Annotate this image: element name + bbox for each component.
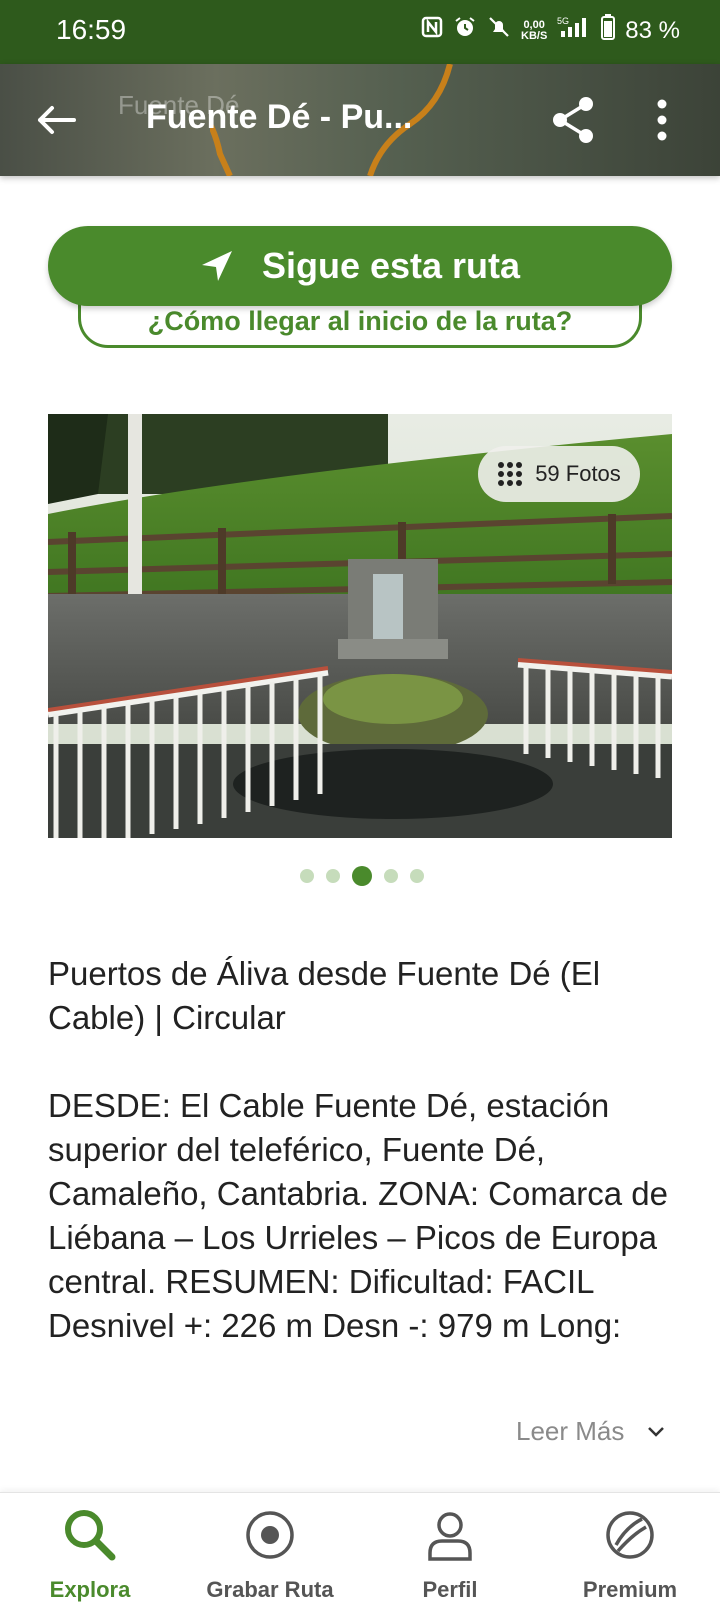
battery-level: 83 % [625, 16, 680, 44]
carousel-dot[interactable] [410, 869, 424, 883]
route-description: Puertos de Áliva desde Fuente Dé (El Cab… [48, 952, 678, 1348]
navigation-arrow-icon [201, 251, 232, 281]
nav-label: Explora [49, 1577, 131, 1602]
grid-icon [498, 462, 523, 486]
net-speed: 0,00 KB/S [521, 18, 548, 42]
chevron-down-icon [648, 1426, 665, 1437]
follow-route-button[interactable]: Sigue esta ruta [48, 226, 672, 306]
nfc-icon [421, 16, 443, 45]
nav-label: Perfil [422, 1577, 478, 1602]
bottom-navigation: Explora Grabar Ruta Perfil Premium [0, 1492, 720, 1613]
signal-icon: 5G [557, 15, 591, 46]
status-time: 16:59 [56, 14, 127, 45]
nav-grabar-ruta[interactable]: Grabar Ruta [180, 1493, 360, 1613]
search-icon [65, 1510, 116, 1561]
read-more-label: Leer Más [516, 1416, 625, 1446]
more-options-button[interactable] [640, 92, 684, 148]
alarm-icon [453, 15, 477, 46]
how-to-get-label: ¿Cómo llegar al inicio de la ruta? [147, 306, 573, 336]
carousel-dot[interactable] [384, 869, 398, 883]
carousel-dot[interactable] [326, 869, 340, 883]
back-arrow-icon [38, 106, 76, 134]
carousel-indicator [300, 866, 424, 886]
nav-label: Premium [582, 1577, 678, 1602]
app-bar: Fuente Dé Fuente Dé - Pu... [0, 64, 720, 176]
mute-icon [487, 15, 511, 46]
read-more-button[interactable]: Leer Más [516, 1416, 666, 1447]
page-title: Fuente Dé - Pu... [146, 98, 413, 136]
nav-premium[interactable]: Premium [540, 1493, 720, 1613]
profile-icon [428, 1512, 472, 1561]
nav-explora[interactable]: Explora [0, 1493, 180, 1613]
share-button[interactable] [546, 92, 602, 148]
back-button[interactable] [30, 92, 86, 148]
more-vertical-icon [657, 99, 667, 141]
carousel-dot-active[interactable] [352, 866, 372, 886]
status-bar: 16:59 0,00 KB/S 5G 83 % [0, 0, 720, 64]
battery-icon [601, 14, 616, 47]
follow-route-label: Sigue esta ruta [261, 245, 521, 286]
nav-perfil[interactable]: Perfil [360, 1493, 540, 1613]
nav-label: Grabar Ruta [206, 1577, 334, 1602]
svg-text:5G: 5G [557, 16, 569, 26]
premium-icon [606, 1511, 654, 1559]
record-icon [246, 1511, 294, 1559]
photos-count-button[interactable]: 59 Fotos [478, 446, 640, 502]
route-description-body: DESDE: El Cable Fuente Dé, estación supe… [48, 1087, 668, 1344]
photos-count-label: 59 Fotos [535, 461, 621, 486]
route-heading: Puertos de Áliva desde Fuente Dé (El Cab… [48, 955, 601, 1036]
share-icon [553, 97, 593, 143]
status-icons: 0,00 KB/S 5G 83 % [421, 14, 680, 47]
carousel-dot[interactable] [300, 869, 314, 883]
